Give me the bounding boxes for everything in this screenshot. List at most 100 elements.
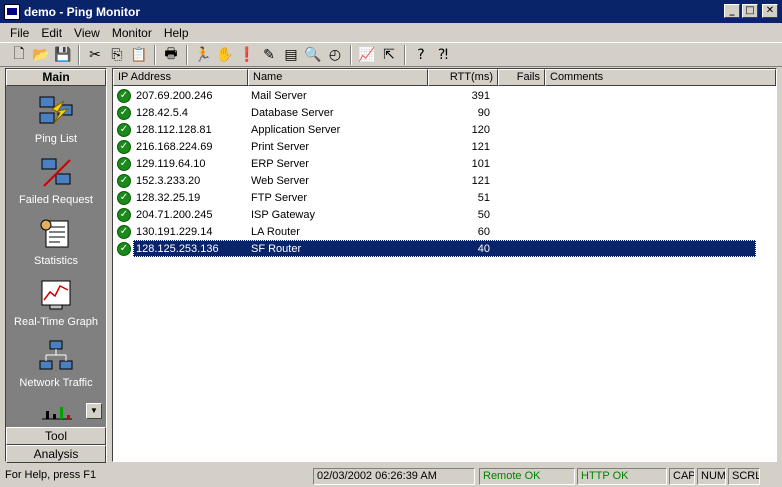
cell-ip-address: 128.32.25.19: [136, 191, 201, 204]
cell-ip-address: 130.191.229.14: [136, 225, 213, 238]
cell-ip-address: 207.69.200.246: [136, 89, 213, 102]
check-icon: ✓: [117, 241, 131, 256]
check-icon: ✓: [117, 207, 131, 222]
save-icon[interactable]: 💾: [52, 44, 74, 66]
sidebar-item-label: Failed Request: [19, 194, 93, 206]
status-datetime: 02/03/2002 06:26:39 AM: [313, 468, 475, 485]
export-icon[interactable]: ⇱: [378, 44, 400, 66]
column-header-ip-address[interactable]: IP Address: [113, 69, 248, 86]
sidebar-tab-tool[interactable]: Tool: [6, 427, 106, 445]
cell-name: LA Router: [251, 225, 300, 238]
cell-ip-address: 128.125.253.136: [136, 242, 219, 255]
clock-icon[interactable]: ◴: [324, 44, 346, 66]
column-header-rtt[interactable]: RTT(ms): [428, 69, 498, 86]
toolbar-separator: [404, 44, 406, 65]
cell-name: Web Server: [251, 174, 309, 187]
cell-name: SF Router: [251, 242, 302, 255]
column-header-fails[interactable]: Fails: [498, 69, 545, 86]
cut-icon[interactable]: ✂: [84, 44, 106, 66]
sidebar: Main Ping List Failed Request Statistics…: [5, 68, 107, 463]
alert-icon[interactable]: ❗: [236, 44, 258, 66]
app-icon[interactable]: [4, 3, 20, 20]
sidebar-scroll-down-button[interactable]: ▼: [86, 403, 102, 419]
column-header-name[interactable]: Name: [248, 69, 428, 86]
check-icon: ✓: [117, 122, 131, 137]
sidebar-item-real-time-graph[interactable]: Real-Time Graph: [6, 278, 106, 328]
cell-rtt: 90: [477, 106, 490, 119]
toolbar: 🗋 📂 💾 ✂ ⎘ 📋 🖶 🏃 ✋ ❗ ✎ ▤ 🔍 ◴ 📈 ⇱? ⁈: [0, 42, 782, 67]
menu-file[interactable]: File: [4, 26, 35, 40]
check-icon: ✓: [117, 139, 131, 154]
check-icon: ✓: [117, 173, 131, 188]
sidebar-item-failed-request[interactable]: Failed Request: [6, 156, 106, 206]
cell-ip-address: 152.3.233.20: [136, 174, 201, 187]
toolbar-separator: [78, 44, 80, 65]
table-row[interactable]: ✓ 216.168.224.69 Print Server 121: [113, 138, 776, 155]
menu-view[interactable]: View: [68, 26, 106, 40]
chart-icon[interactable]: 📈: [356, 44, 378, 66]
network-traffic-icon: [38, 339, 74, 373]
table-row[interactable]: ✓ 130.191.229.14 LA Router 60: [113, 223, 776, 240]
open-icon[interactable]: 📂: [30, 44, 52, 66]
cell-rtt: 40: [477, 242, 490, 255]
find-icon[interactable]: 🔍: [302, 44, 324, 66]
cell-rtt: 120: [471, 123, 490, 136]
cell-name: ERP Server: [251, 157, 309, 170]
new-icon[interactable]: 🗋: [8, 44, 30, 66]
cell-name: Application Server: [251, 123, 341, 136]
cell-ip-address: 128.42.5.4: [136, 106, 188, 119]
table-row[interactable]: ✓ 129.119.64.10 ERP Server 101: [113, 155, 776, 172]
paste-icon[interactable]: 📋: [128, 44, 150, 66]
close-button[interactable]: ✕: [762, 4, 778, 18]
check-icon: ✓: [117, 224, 131, 239]
stop-icon[interactable]: ✋: [214, 44, 236, 66]
table-row[interactable]: ✓ 152.3.233.20 Web Server 121: [113, 172, 776, 189]
maximize-button[interactable]: □: [742, 4, 758, 18]
menu-bar: File Edit View Monitor Help: [0, 23, 782, 42]
sidebar-item-ping-list[interactable]: Ping List: [6, 95, 106, 145]
ping-list-view[interactable]: IP Address Name RTT(ms) Fails Comments ✓…: [112, 68, 777, 462]
table-row[interactable]: ✓ 204.71.200.245 ISP Gateway 50: [113, 206, 776, 223]
table-row[interactable]: ✓ 128.112.128.81 Application Server 120: [113, 121, 776, 138]
cell-name: Print Server: [251, 140, 310, 153]
print-icon[interactable]: 🖶: [160, 44, 182, 66]
table-row[interactable]: ✓ 207.69.200.246 Mail Server 391: [113, 87, 776, 104]
list-header: IP Address Name RTT(ms) Fails Comments: [113, 69, 776, 86]
new-item-icon[interactable]: ✎: [258, 44, 280, 66]
cell-rtt: 121: [471, 140, 490, 153]
menu-help[interactable]: Help: [158, 26, 195, 40]
real-time-graph-icon: [38, 278, 74, 312]
toolbar-separator: [154, 44, 156, 65]
toolbar-separator: [186, 44, 188, 65]
context-help-icon[interactable]: ⁈: [432, 44, 454, 66]
cell-name: Mail Server: [251, 89, 307, 102]
help-icon[interactable]: ?: [410, 44, 432, 66]
sidebar-item-network-traffic[interactable]: Network Traffic: [6, 339, 106, 389]
toolbar-separator: [350, 44, 352, 65]
sidebar-tab-analysis[interactable]: Analysis: [6, 445, 106, 463]
cell-ip-address: 129.119.64.10: [136, 157, 206, 170]
column-header-comments[interactable]: Comments: [545, 69, 776, 86]
status-num: NUM: [697, 468, 726, 485]
graph-icon[interactable]: ▤: [280, 44, 302, 66]
minimize-button[interactable]: _: [724, 4, 740, 18]
menu-edit[interactable]: Edit: [35, 26, 68, 40]
sidebar-item-label: Ping List: [34, 133, 78, 145]
sidebar-item-statistics[interactable]: Statistics: [6, 217, 106, 267]
failed-request-icon: [38, 156, 74, 190]
cell-name: FTP Server: [251, 191, 308, 204]
table-row[interactable]: ✓ 128.42.5.4 Database Server 90: [113, 104, 776, 121]
sidebar-header-main[interactable]: Main: [6, 69, 106, 86]
cell-ip-address: 204.71.200.245: [136, 208, 213, 221]
cell-name: Database Server: [251, 106, 334, 119]
menu-monitor[interactable]: Monitor: [106, 26, 158, 40]
copy-icon[interactable]: ⎘: [106, 44, 128, 66]
check-icon: ✓: [117, 190, 131, 205]
table-row[interactable]: ✓ 128.125.253.136 SF Router 40: [113, 240, 776, 257]
run-icon[interactable]: 🏃: [192, 44, 214, 66]
ping-list-icon: [38, 95, 74, 129]
status-remote: Remote OK: [479, 468, 575, 485]
cell-rtt: 50: [477, 208, 490, 221]
table-row[interactable]: ✓ 128.32.25.19 FTP Server 51: [113, 189, 776, 206]
cell-name: ISP Gateway: [251, 208, 315, 221]
